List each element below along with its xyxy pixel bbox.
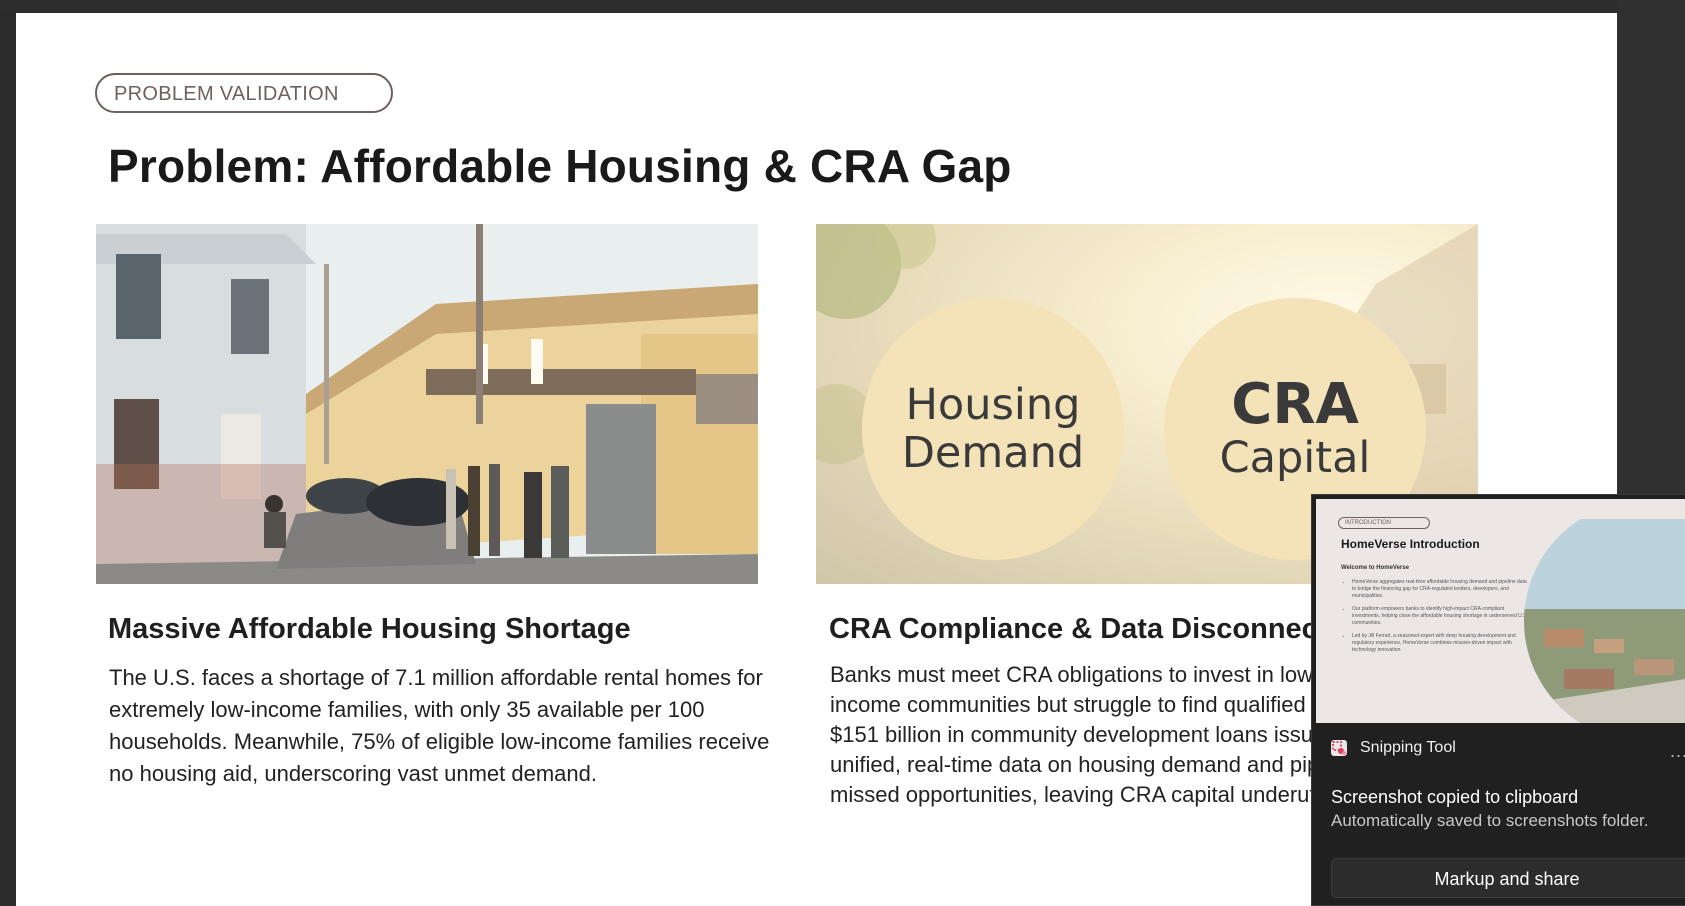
shortage-heading: Massive Affordable Housing Shortage — [108, 613, 631, 645]
street-scene-illustration — [96, 224, 758, 584]
preview-bullet: Led by Jill Ferrari, a seasoned expert w… — [1352, 633, 1532, 654]
housing-label: Housing — [905, 380, 1081, 430]
slide-title: Problem: Affordable Housing & CRA Gap — [108, 140, 1012, 192]
housing-demand-circle: Housing Demand — [862, 298, 1124, 560]
preview-badge: INTRODUCTION — [1338, 517, 1430, 529]
snipping-tool-notification[interactable]: INTRODUCTION HomeVerse Introduction Welc… — [1311, 494, 1685, 906]
cra-heading: CRA Compliance & Data Disconnect — [829, 613, 1328, 645]
shortage-body: The U.S. faces a shortage of 7.1 million… — [109, 665, 770, 786]
housing-street-photo — [96, 224, 758, 584]
window-top-strip — [0, 0, 1685, 13]
preview-bullet: Our platform empowers banks to identify … — [1352, 606, 1532, 627]
toast-app-row: Snipping Tool — [1330, 739, 1456, 757]
preview-bullets: HomeVerse aggregates real-time affordabl… — [1338, 579, 1532, 654]
toast-subtitle: Automatically saved to screenshots folde… — [1331, 811, 1649, 830]
more-options-icon[interactable]: ... — [1670, 741, 1685, 762]
section-badge: PROBLEM VALIDATION — [95, 73, 393, 113]
capital-label: Capital — [1219, 433, 1371, 483]
cra-label: CRA — [1231, 372, 1359, 437]
snipping-tool-icon — [1331, 740, 1347, 756]
demand-label: Demand — [901, 428, 1085, 478]
toast-app-name: Snipping Tool — [1360, 739, 1456, 756]
preview-title: HomeVerse Introduction — [1341, 537, 1480, 551]
preview-aerial-photo — [1524, 519, 1685, 723]
preview-subtitle: Welcome to HomeVerse — [1341, 565, 1409, 571]
markup-and-share-button[interactable]: Markup and share — [1331, 858, 1685, 898]
preview-bullet: HomeVerse aggregates real-time affordabl… — [1352, 579, 1532, 600]
toast-title: Screenshot copied to clipboard — [1331, 787, 1579, 807]
screenshot-preview[interactable]: INTRODUCTION HomeVerse Introduction Welc… — [1316, 499, 1685, 723]
